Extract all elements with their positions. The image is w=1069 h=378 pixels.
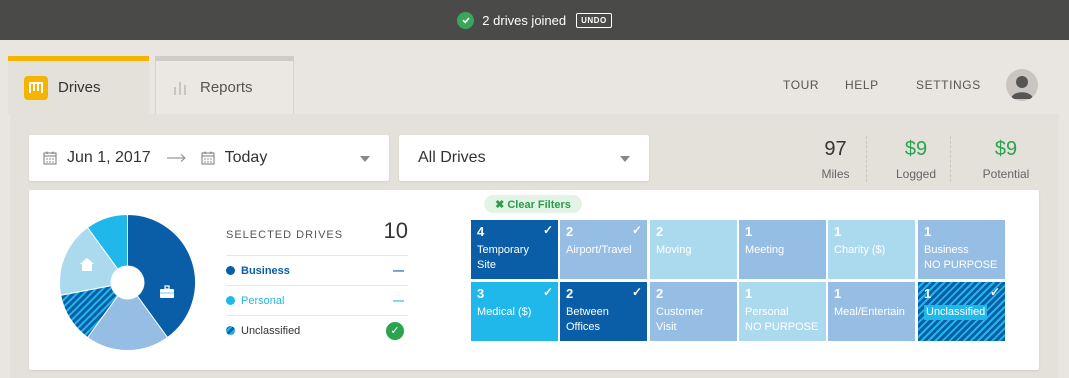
- check-circle-icon: ✓: [386, 321, 404, 340]
- tile-label: Customer: [656, 306, 704, 318]
- legend-personal-label: Personal: [241, 294, 285, 307]
- tile-count: 2: [656, 286, 664, 301]
- bar-chart-icon: [174, 81, 186, 95]
- tile-sublabel: Offices: [566, 321, 601, 333]
- unclassified-dot-icon: [226, 326, 235, 335]
- tile-sublabel: NO PURPOSE: [924, 259, 998, 271]
- selected-drives-title: SELECTED DRIVES: [226, 229, 344, 241]
- tile-count: 2: [656, 224, 664, 239]
- tab-drives-label: Drives: [58, 79, 101, 96]
- drive-type-value: All Drives: [418, 149, 486, 166]
- start-date[interactable]: Jun 1, 2017: [67, 149, 151, 167]
- personal-dot-icon: [226, 296, 235, 305]
- tile-count: 2: [566, 224, 574, 239]
- tab-drives[interactable]: Drives: [8, 56, 149, 114]
- legend-business-label: Business: [241, 264, 290, 277]
- tile-count: 2: [566, 286, 574, 301]
- tile-count: 1: [924, 286, 932, 301]
- stat-miles-label: Miles: [821, 167, 850, 181]
- stat-logged-label: Logged: [895, 167, 937, 181]
- tile-count: 1: [834, 224, 842, 239]
- purpose-tile[interactable]: 4 Temporary Site ✓: [471, 220, 558, 279]
- checkmark-icon: ✓: [989, 285, 1000, 299]
- tile-sublabel: Site: [477, 259, 496, 271]
- tile-sublabel: Visit: [656, 321, 677, 333]
- purpose-tile[interactable]: 1 Meal/Entertain: [828, 282, 915, 341]
- stat-miles-value: 97: [824, 138, 847, 160]
- divider: [950, 136, 951, 182]
- tile-label: Temporary: [477, 244, 529, 256]
- purpose-tile[interactable]: 1 Business NO PURPOSE: [918, 220, 1005, 279]
- tile-label: Meal/Entertain: [834, 306, 905, 318]
- purpose-tile[interactable]: 2 Between Offices ✓: [560, 282, 647, 341]
- checkmark-icon: ✓: [631, 223, 642, 237]
- legend-unclassified-label: Unclassified: [241, 324, 301, 337]
- notification-message: 2 drives joined: [482, 12, 567, 28]
- purpose-tile[interactable]: 2 Airport/Travel ✓: [560, 220, 647, 279]
- tile-count: 1: [924, 224, 932, 239]
- checkmark-icon: ✓: [631, 285, 642, 299]
- calendar-icon: [201, 151, 215, 165]
- purpose-tile[interactable]: 1 Personal NO PURPOSE: [739, 282, 826, 341]
- tile-label: Charity ($): [834, 244, 886, 256]
- purpose-tile[interactable]: 2 Moving: [650, 220, 737, 279]
- success-check-icon: [457, 11, 475, 29]
- stat-potential: $9 Potential: [966, 138, 1046, 181]
- dash-icon: —: [393, 294, 404, 307]
- settings-link[interactable]: SETTINGS: [916, 78, 981, 92]
- drive-type-select[interactable]: All Drives: [399, 135, 649, 181]
- divider: [866, 136, 867, 182]
- notification-bar: 2 drives joined UNDO: [0, 0, 1069, 40]
- tab-reports[interactable]: Reports: [155, 56, 294, 114]
- user-icon: [1011, 76, 1033, 99]
- drive-pie-chart: [59, 214, 196, 351]
- stat-miles: 97 Miles: [808, 138, 863, 181]
- tile-label: Medical ($): [477, 306, 532, 318]
- tile-label: Business: [924, 244, 969, 256]
- stat-logged: $9 Logged: [880, 138, 952, 181]
- help-link[interactable]: HELP: [845, 78, 879, 92]
- end-date[interactable]: Today: [225, 149, 268, 167]
- checkmark-icon: ✓: [542, 223, 553, 237]
- undo-button[interactable]: UNDO: [576, 12, 612, 28]
- user-avatar[interactable]: [1006, 69, 1038, 101]
- calendar-icon: [43, 151, 57, 165]
- chevron-down-icon: [620, 156, 630, 162]
- chevron-down-icon: [360, 156, 370, 162]
- tile-count: 1: [745, 224, 753, 239]
- checkmark-icon: ✓: [542, 285, 553, 299]
- stat-potential-value: $9: [994, 138, 1018, 160]
- tile-label: Unclassified: [924, 305, 988, 320]
- mileiq-logo-icon: [24, 75, 48, 100]
- tile-label: Personal: [745, 306, 789, 318]
- tile-label: Between: [566, 306, 609, 318]
- arrow-right-icon: [166, 154, 186, 162]
- tile-count: 3: [477, 286, 485, 301]
- legend-business[interactable]: Business —: [226, 255, 408, 285]
- tile-count: 1: [745, 286, 753, 301]
- stat-potential-label: Potential: [982, 167, 1030, 181]
- business-dot-icon: [226, 266, 235, 275]
- tour-link[interactable]: TOUR: [783, 78, 819, 92]
- selected-drives-count: 10: [383, 218, 408, 243]
- stat-logged-value: $9: [904, 138, 928, 160]
- clear-filters-button[interactable]: ✖ Clear Filters: [484, 195, 582, 213]
- tile-sublabel: NO PURPOSE: [745, 321, 819, 333]
- tile-label: Moving: [656, 244, 692, 256]
- legend-personal[interactable]: Personal —: [226, 285, 408, 315]
- purpose-tile[interactable]: 1 Charity ($): [828, 220, 915, 279]
- tile-label: Airport/Travel: [566, 244, 632, 256]
- tab-reports-label: Reports: [200, 79, 253, 96]
- tile-count: 4: [477, 224, 485, 239]
- dash-icon: —: [393, 264, 404, 277]
- purpose-tile[interactable]: 2 Customer Visit: [650, 282, 737, 341]
- purpose-tile[interactable]: 1 Unclassified ✓: [918, 282, 1005, 341]
- date-range-picker[interactable]: Jun 1, 2017 Today: [29, 135, 389, 181]
- legend-unclassified[interactable]: Unclassified ✓: [226, 315, 408, 345]
- purpose-tile[interactable]: 1 Meeting: [739, 220, 826, 279]
- tile-label: Meeting: [745, 244, 785, 256]
- tile-count: 1: [834, 286, 842, 301]
- purpose-tile[interactable]: 3 Medical ($) ✓: [471, 282, 558, 341]
